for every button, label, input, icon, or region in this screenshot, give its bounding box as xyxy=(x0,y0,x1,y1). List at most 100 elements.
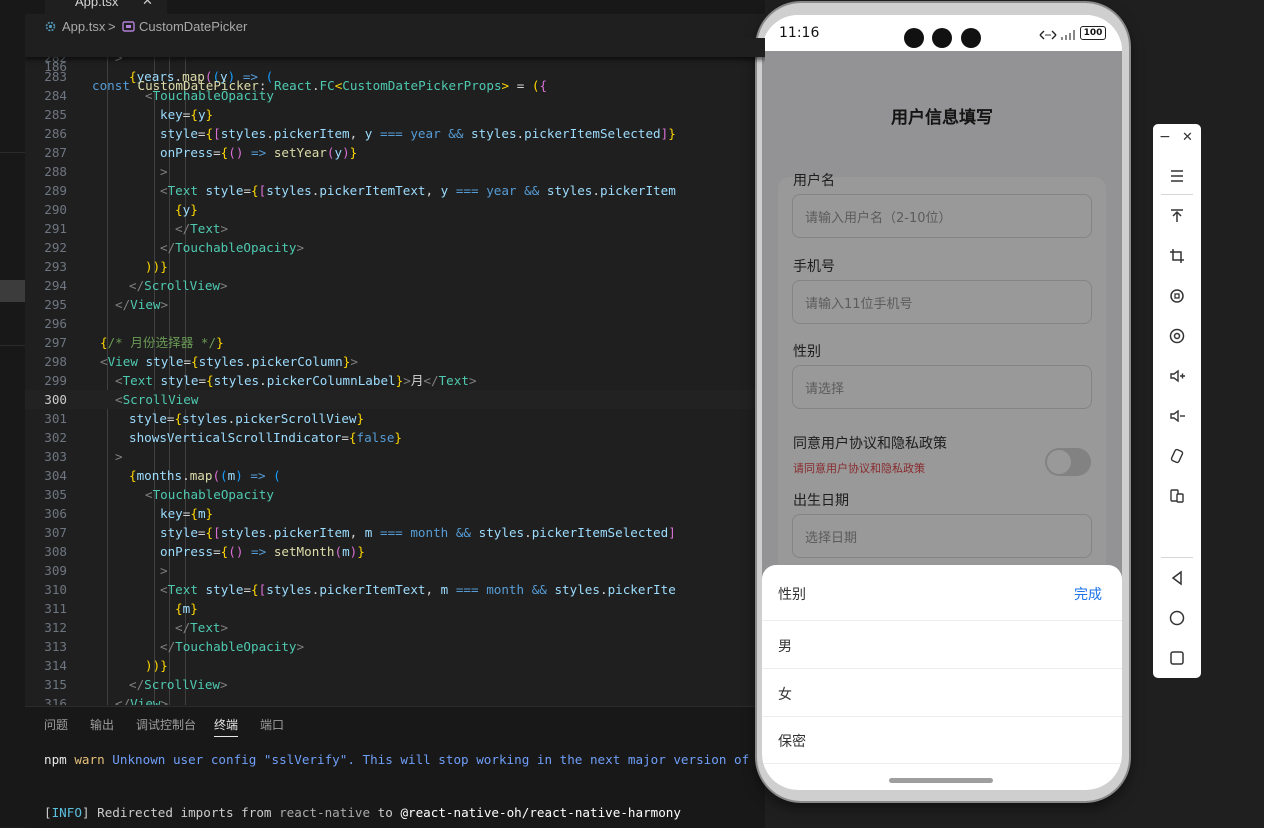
line-number: 291 xyxy=(44,221,67,236)
close-icon[interactable]: ✕ xyxy=(142,0,153,9)
menu-icon[interactable] xyxy=(1161,162,1193,190)
volume-up-icon[interactable] xyxy=(1161,362,1193,390)
line-number: 293 xyxy=(44,259,67,274)
code-line[interactable]: 301 style={styles.pickerScrollView} xyxy=(25,409,765,428)
toolbar-separator xyxy=(1161,557,1193,558)
code-line[interactable]: 316 </View> xyxy=(25,694,765,705)
code-line[interactable]: 306 key={m} xyxy=(25,504,765,523)
activity-bar-selected-item[interactable] xyxy=(0,280,25,302)
phone-screen[interactable]: 11:16 100 用户信息填写 用户名 请输入用户名（2-10位） 手机号 请… xyxy=(762,15,1122,790)
line-number: 314 xyxy=(44,658,67,673)
symbol-icon xyxy=(122,20,135,36)
breadcrumb-separator: > xyxy=(108,19,116,34)
code-line[interactable]: 304 {months.map((m) => ( xyxy=(25,466,765,485)
code-text: onPress={() => setMonth(m)} xyxy=(160,544,365,559)
bottom-panel: 问题 输出 调试控制台 终端 端口 npm warn Unknown user … xyxy=(25,706,787,828)
line-number: 295 xyxy=(44,297,67,312)
code-text: > xyxy=(160,563,168,578)
back-icon[interactable] xyxy=(1161,564,1193,592)
tab-ports[interactable]: 端口 xyxy=(260,716,284,733)
tab-terminal[interactable]: 终端 xyxy=(214,716,239,737)
code-line[interactable]: 303 > xyxy=(25,447,765,466)
line-number: 300 xyxy=(44,392,67,407)
code-line[interactable]: 313 </TouchableOpacity> xyxy=(25,637,765,656)
line-number: 316 xyxy=(44,696,67,705)
breadcrumb-symbol[interactable]: CustomDatePicker xyxy=(139,19,247,34)
tab-debug-console[interactable]: 调试控制台 xyxy=(136,716,196,733)
code-line[interactable]: 300 <ScrollView xyxy=(25,390,765,409)
code-line[interactable]: 289 <Text style={[styles.pickerItemText, … xyxy=(25,181,765,200)
home-icon[interactable] xyxy=(1161,604,1193,632)
line-number: 302 xyxy=(44,430,67,445)
volume-down-icon[interactable] xyxy=(1161,402,1193,430)
minimize-icon[interactable]: − xyxy=(1159,129,1171,145)
code-line[interactable]: 307 style={[styles.pickerItem, m === mont… xyxy=(25,523,765,542)
signal-icon xyxy=(1060,26,1076,45)
code-line[interactable]: 286 style={[styles.pickerItem, y === year… xyxy=(25,124,765,143)
close-icon[interactable]: ✕ xyxy=(1182,130,1193,145)
line-number: 310 xyxy=(44,582,67,597)
option-female[interactable]: 女 xyxy=(762,669,1122,717)
code-editor[interactable]: 186 const CustomDatePicker: React.FC<Cus… xyxy=(25,38,765,705)
code-text: {y} xyxy=(175,202,198,217)
code-text: > xyxy=(160,164,168,179)
code-line[interactable]: 296 xyxy=(25,314,765,333)
code-line[interactable]: 285 key={y} xyxy=(25,105,765,124)
line-number: 315 xyxy=(44,677,67,692)
code-text: <ScrollView xyxy=(115,392,199,407)
done-button[interactable]: 完成 xyxy=(1074,584,1102,604)
line-number: 292 xyxy=(44,240,67,255)
gender-picker-sheet: 性别 完成 男 女 保密 xyxy=(762,565,1122,790)
code-line[interactable]: 291 </Text> xyxy=(25,219,765,238)
camera-icon xyxy=(932,28,952,48)
code-line[interactable]: 290 {y} xyxy=(25,200,765,219)
rotate-icon[interactable] xyxy=(1161,282,1193,310)
code-text: {months.map((m) => ( xyxy=(129,468,281,483)
rotate-device-icon[interactable] xyxy=(1161,442,1193,470)
code-line[interactable]: 297 {/* 月份选择器 */} xyxy=(25,333,765,352)
code-line[interactable]: 310 <Text style={[styles.pickerItemText, … xyxy=(25,580,765,599)
crop-icon[interactable] xyxy=(1161,242,1193,270)
code-line[interactable]: 293))} xyxy=(25,257,765,276)
editor-tab-bar: App.tsx ✕ xyxy=(25,0,765,14)
sheet-title: 性别 xyxy=(778,587,806,603)
code-line[interactable]: 311 {m} xyxy=(25,599,765,618)
screenshot-icon[interactable] xyxy=(1161,322,1193,350)
code-text: {m} xyxy=(175,601,198,616)
multi-screen-icon[interactable] xyxy=(1161,482,1193,510)
line-number: 298 xyxy=(44,354,67,369)
code-text: <Text style={[styles.pickerItemText, m =… xyxy=(160,582,676,597)
home-indicator[interactable] xyxy=(889,778,993,783)
code-line[interactable]: 295 </View> xyxy=(25,295,765,314)
tab-label: App.tsx xyxy=(75,0,119,9)
sticky-scroll-header[interactable]: 186 const CustomDatePicker: React.FC<Cus… xyxy=(25,38,765,93)
code-line[interactable]: 298 <View style={styles.pickerColumn}> xyxy=(25,352,765,371)
tab-problems[interactable]: 问题 xyxy=(44,716,68,733)
code-line[interactable]: 288 > xyxy=(25,162,765,181)
code-line[interactable]: 308 onPress={() => setMonth(m)} xyxy=(25,542,765,561)
code-line[interactable]: 287 onPress={() => setYear(y)} xyxy=(25,143,765,162)
code-text: <View style={styles.pickerColumn}> xyxy=(100,354,358,369)
code-text: showsVerticalScrollIndicator={false} xyxy=(129,430,403,445)
code-line[interactable]: 294 </ScrollView> xyxy=(25,276,765,295)
code-line[interactable]: 309 > xyxy=(25,561,765,580)
pin-top-icon[interactable] xyxy=(1161,202,1193,230)
option-male[interactable]: 男 xyxy=(762,621,1122,669)
code-text: style={styles.pickerScrollView} xyxy=(129,411,365,426)
line-number: 286 xyxy=(44,126,67,141)
code-text: </ScrollView> xyxy=(129,677,228,692)
code-line[interactable]: 315 </ScrollView> xyxy=(25,675,765,694)
code-line[interactable]: 299 <Text style={styles.pickerColumnLabel… xyxy=(25,371,765,390)
recents-icon[interactable] xyxy=(1161,644,1193,672)
code-line[interactable]: 302 showsVerticalScrollIndicator={false} xyxy=(25,428,765,447)
line-number: 296 xyxy=(44,316,67,331)
tab-output[interactable]: 输出 xyxy=(90,716,114,733)
tab-app-tsx[interactable]: App.tsx ✕ xyxy=(45,0,167,14)
code-text: ))} xyxy=(145,259,168,274)
code-line[interactable]: 292 </TouchableOpacity> xyxy=(25,238,765,257)
code-line[interactable]: 312 </Text> xyxy=(25,618,765,637)
option-secret[interactable]: 保密 xyxy=(762,716,1122,764)
code-line[interactable]: 314))} xyxy=(25,656,765,675)
breadcrumb-file[interactable]: App.tsx xyxy=(62,19,105,34)
code-line[interactable]: 305 <TouchableOpacity xyxy=(25,485,765,504)
